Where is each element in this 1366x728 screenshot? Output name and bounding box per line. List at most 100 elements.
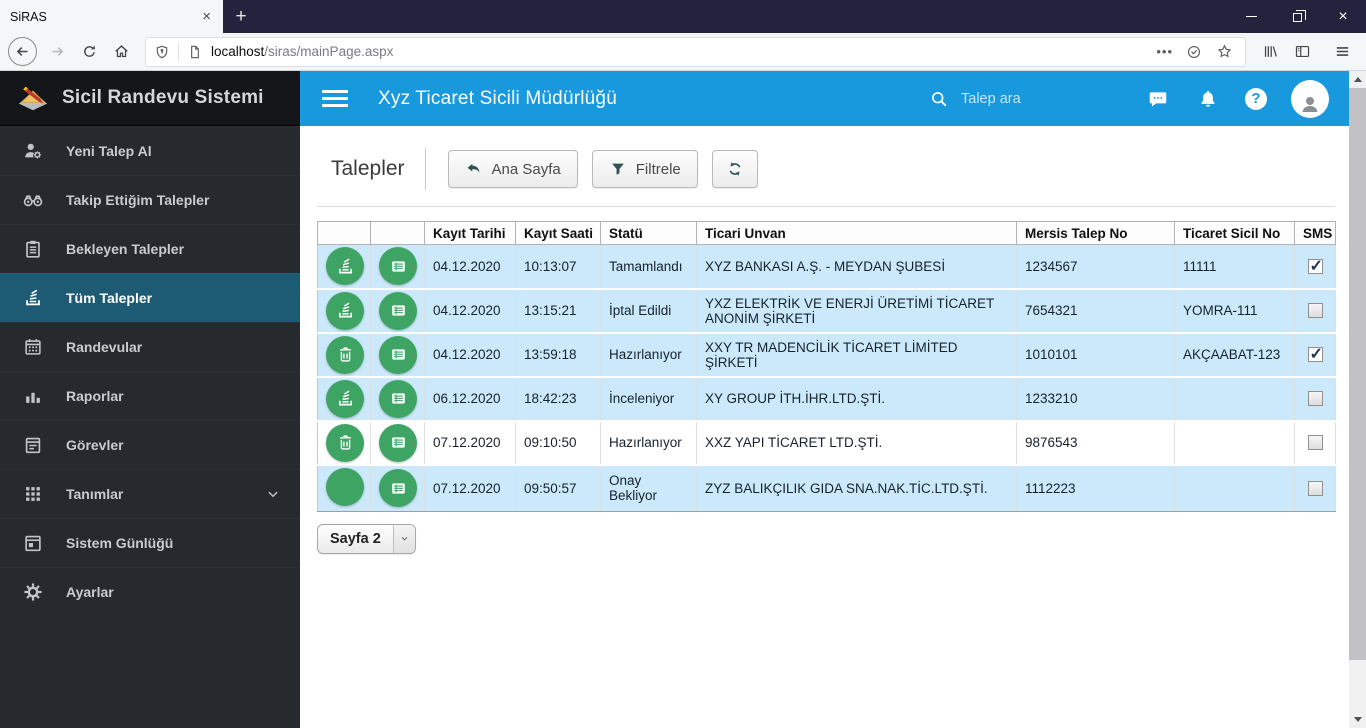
kayit-saati-cell: 09:10:50 (515, 420, 601, 466)
browser-menu-button[interactable] (1326, 36, 1358, 68)
calendar-grid-icon (22, 336, 44, 358)
header-actions: ? (929, 79, 1329, 118)
page-select[interactable]: Sayfa 2 (317, 523, 416, 554)
detail-list-button[interactable] (379, 423, 417, 462)
back-button[interactable] (8, 37, 37, 66)
sidebar-item-yeni-talep-al[interactable]: Yeni Talep Al (0, 126, 300, 175)
sidebar-item-raporlar[interactable]: Raporlar (0, 371, 300, 420)
kayit-tarihi-cell: 04.12.2020 (424, 244, 516, 290)
app-header: Xyz Ticaret Sicili Müdürlüğü ? (300, 71, 1349, 126)
statu-cell: İptal Edildi (600, 288, 697, 334)
sms-checkbox[interactable] (1307, 391, 1323, 407)
empty-circle-button[interactable] (326, 467, 364, 506)
section-title: Talepler (331, 157, 405, 180)
hamburger-icon (1334, 43, 1351, 60)
sidebar-item-bekleyen-talepler[interactable]: Bekleyen Talepler (0, 224, 300, 273)
search-icon[interactable] (929, 89, 949, 109)
ticaret-sicil-no-cell: YOMRA-111 (1174, 288, 1295, 334)
library-button[interactable] (1254, 36, 1286, 68)
trash-action-button[interactable] (326, 335, 364, 374)
kayit-saati-cell: 18:42:23 (515, 376, 601, 422)
stack-action-button[interactable] (326, 247, 364, 286)
bookmark-star-icon[interactable] (1211, 39, 1237, 65)
sidebar-item-randevular[interactable]: Randevular (0, 322, 300, 371)
toolbar-divider (424, 148, 426, 190)
home-icon (113, 43, 130, 60)
trash-icon (335, 344, 356, 365)
scrollbar-down-button[interactable] (1349, 711, 1366, 728)
calendar-lines-icon (22, 434, 44, 456)
pocket-icon[interactable] (1181, 39, 1207, 65)
url-host: localhost (211, 44, 265, 59)
scrollbar-thumb[interactable] (1349, 88, 1366, 660)
detail-list-button[interactable] (379, 247, 417, 286)
home-button[interactable] (105, 36, 137, 68)
main-area: Xyz Ticaret Sicili Müdürlüğü ? Talepler … (300, 71, 1349, 728)
sidebar-item-takip-ettigim-talepler[interactable]: Takip Ettiğim Talepler (0, 175, 300, 224)
filter-button[interactable]: Filtrele (591, 150, 698, 188)
column-header: SMS (1294, 221, 1336, 245)
content: Talepler Ana Sayfa Filtrele Kayıt Tarihi… (300, 126, 1349, 554)
column-header: Statü (600, 221, 697, 245)
ticari-unvan-cell: XXZ YAPI TİCARET LTD.ŞTİ. (696, 420, 1017, 466)
sidebar-item-sistem-gunlugu[interactable]: Sistem Günlüğü (0, 518, 300, 567)
sms-checkbox[interactable] (1307, 256, 1323, 276)
stack-icon (335, 300, 356, 321)
sms-checkbox[interactable] (1307, 303, 1323, 319)
sidebar-item-label: Bekleyen Talepler (66, 241, 185, 257)
close-button[interactable]: × (1320, 0, 1366, 33)
sidebar-item-label: Tüm Talepler (66, 290, 153, 306)
detail-list-button[interactable] (379, 469, 417, 507)
forward-button[interactable] (41, 36, 73, 68)
sms-checkbox[interactable] (1307, 480, 1323, 496)
url-bar[interactable]: localhost/siras/mainPage.aspx ••• (145, 36, 1246, 67)
stack-action-button[interactable] (326, 379, 364, 418)
pocket-check-icon (1186, 44, 1202, 60)
forward-icon (49, 43, 66, 60)
detail-list-button[interactable] (379, 291, 417, 330)
back-icon (14, 43, 31, 60)
sidebar-item-tanimlar[interactable]: Tanımlar (0, 469, 300, 518)
filter-icon (609, 160, 627, 178)
sms-checkbox[interactable] (1307, 435, 1323, 451)
menu-toggle-icon[interactable] (322, 90, 348, 107)
list-icon (388, 256, 409, 277)
detail-list-button[interactable] (379, 335, 417, 374)
user-avatar[interactable] (1291, 79, 1329, 118)
browser-navbar: localhost/siras/mainPage.aspx ••• (0, 33, 1366, 71)
ticaret-sicil-no-cell: AKÇAABAT-123 (1174, 332, 1295, 378)
sidebar-item-tum-talepler[interactable]: Tüm Talepler (0, 273, 300, 322)
sms-checkbox[interactable] (1307, 344, 1323, 364)
scrollbar-up-button[interactable] (1349, 71, 1366, 88)
refresh-button[interactable] (711, 150, 758, 188)
statu-cell: İnceleniyor (600, 376, 697, 422)
detail-list-button[interactable] (379, 379, 417, 418)
shield-icon[interactable] (154, 44, 170, 60)
messages-button[interactable] (1145, 86, 1171, 112)
kayit-saati-cell: 10:13:07 (515, 244, 601, 290)
sidebar-toggle-button[interactable] (1286, 36, 1318, 68)
arrow-up-icon (1353, 77, 1362, 82)
home-page-button[interactable]: Ana Sayfa (447, 150, 578, 188)
page-actions-icon[interactable]: ••• (1152, 44, 1177, 59)
new-tab-button[interactable]: + (223, 0, 259, 33)
sidebar-item-gorevler[interactable]: Görevler (0, 420, 300, 469)
mersis-talep-no-cell: 1112223 (1016, 464, 1175, 512)
page-icon[interactable] (187, 44, 203, 60)
reload-button[interactable] (73, 36, 105, 68)
trash-action-button[interactable] (326, 423, 364, 462)
sidebar-item-ayarlar[interactable]: Ayarlar (0, 567, 300, 616)
tab-close-icon[interactable]: × (200, 8, 213, 25)
page-select-label: Sayfa 2 (330, 530, 381, 547)
sidebar-item-label: Raporlar (66, 388, 124, 404)
notifications-button[interactable] (1195, 86, 1221, 112)
bell-icon (1197, 88, 1219, 110)
scrollbar[interactable] (1349, 71, 1366, 728)
minimize-button[interactable] (1228, 0, 1274, 33)
help-button[interactable]: ? (1245, 87, 1267, 110)
restore-button[interactable] (1274, 0, 1320, 33)
search-input[interactable] (961, 90, 1081, 107)
stack-action-button[interactable] (326, 291, 364, 330)
app-logo-icon (14, 83, 52, 113)
browser-tab[interactable]: SiRAS × (0, 0, 223, 33)
